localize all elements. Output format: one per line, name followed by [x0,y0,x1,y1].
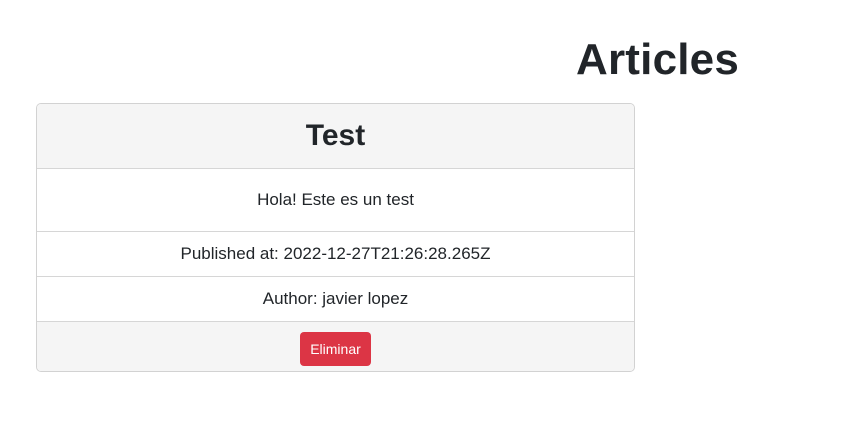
article-published-date: Published at: 2022-12-27T21:26:28.265Z [37,232,634,277]
article-body: Hola! Este es un test [37,169,634,232]
delete-article-button[interactable]: Eliminar [300,332,371,366]
page-title: Articles [576,35,740,84]
article-card-header: Test [37,104,634,169]
page: Articles Test Hola! Este es un test Publ… [0,0,861,434]
article-card: Test Hola! Este es un test Published at:… [36,103,635,372]
article-card-footer: Eliminar [37,322,634,371]
article-title: Test [305,119,366,152]
article-author: Author: javier lopez [37,277,634,322]
